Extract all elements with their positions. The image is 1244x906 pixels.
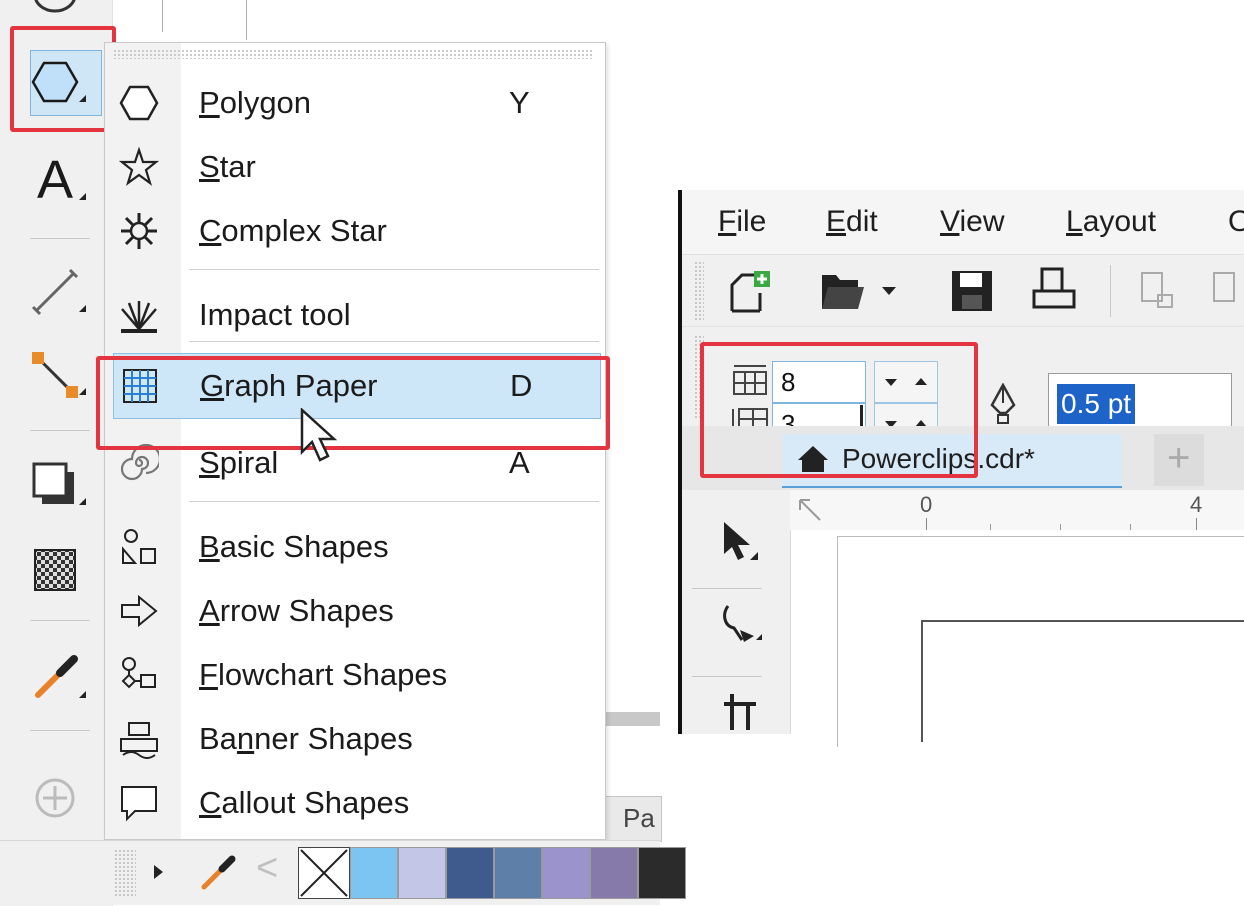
inner-page: [921, 620, 1244, 742]
flyout-item-label: Impact tool: [199, 297, 351, 332]
color-swatch[interactable]: [638, 847, 686, 899]
flyout-item-label: Banner Shapes: [199, 721, 413, 756]
color-swatch[interactable]: [350, 847, 398, 899]
eyedropper-tool[interactable]: [10, 648, 100, 708]
drawing-canvas[interactable]: [790, 530, 1244, 747]
star-icon: [119, 147, 159, 187]
flyout-separator: [189, 269, 599, 270]
flyout-separator: [189, 341, 599, 342]
open-dropdown-icon[interactable]: [882, 287, 896, 295]
arrow-shapes-icon: [119, 591, 159, 631]
flyout-item-shortcut: Y: [509, 85, 530, 120]
grid-settings-callout: [700, 342, 978, 478]
polygon-tool-callout: [10, 26, 116, 132]
flyout-item-label: Callout Shapes: [199, 785, 410, 820]
menu-file[interactable]: File: [718, 190, 766, 254]
window-toolbox: [682, 490, 790, 734]
flyout-item-label: Star: [199, 149, 256, 184]
no-color-swatch[interactable]: [298, 847, 350, 899]
dimension-line-icon: [31, 268, 79, 316]
plus-circle-icon: [35, 778, 75, 818]
menu-object-cutoff[interactable]: O: [1228, 190, 1244, 254]
connector-icon: [32, 352, 78, 398]
color-palette-bar: <: [0, 840, 686, 905]
menu-edit[interactable]: Edit: [826, 190, 878, 254]
flyout-item-banner-shapes[interactable]: Banner Shapes: [105, 707, 605, 771]
flyout-item-label: Flowchart Shapes: [199, 657, 448, 692]
color-swatch[interactable]: [494, 847, 542, 899]
complex-star-icon: [119, 211, 159, 251]
flyout-item-label: Complex Star: [199, 213, 387, 248]
eyedropper-icon: [35, 655, 78, 698]
flyout-separator: [189, 501, 599, 502]
color-swatch[interactable]: [446, 847, 494, 899]
transparency-tool[interactable]: [10, 540, 100, 600]
export-icon[interactable]: [1212, 271, 1244, 311]
drop-shadow-tool[interactable]: [10, 455, 100, 515]
hexagon-icon: [119, 83, 159, 123]
flyout-item-basic-shapes[interactable]: Basic Shapes: [105, 515, 605, 579]
checkerboard-icon: [34, 549, 76, 591]
ruler-label-4: 4: [1190, 492, 1203, 517]
pick-tool-icon[interactable]: [720, 520, 760, 566]
palette-expand-icon[interactable]: [154, 865, 163, 879]
ruler-label-0: 0: [920, 492, 933, 517]
menu-bar: File Edit View Layout O: [682, 190, 1244, 254]
open-folder-icon[interactable]: [818, 269, 868, 313]
pen-nib-icon: [990, 383, 1016, 424]
callout-shapes-icon: [119, 783, 159, 823]
banner-shapes-icon: [119, 719, 159, 759]
ruler-origin-icon[interactable]: [796, 496, 824, 524]
flyout-grip[interactable]: [113, 49, 593, 59]
dimension-tool[interactable]: [10, 262, 100, 322]
text-tool-icon: A: [36, 150, 74, 210]
flyout-item-impact-tool[interactable]: Impact tool: [105, 283, 605, 347]
save-icon[interactable]: [950, 269, 994, 313]
color-swatch[interactable]: [398, 847, 446, 899]
text-tool[interactable]: A: [10, 150, 100, 210]
palette-eyedropper-icon[interactable]: [198, 853, 238, 893]
no-color-icon: [300, 849, 348, 897]
color-swatch[interactable]: [590, 847, 638, 899]
new-tab-button[interactable]: +: [1154, 434, 1204, 486]
flyout-item-label: Polygon: [199, 85, 312, 120]
horizontal-ruler: 0 4: [790, 490, 1244, 531]
panel-scroll-strip: [604, 712, 660, 726]
crop-tool-icon[interactable]: [720, 690, 760, 734]
flyout-item-arrow-shapes[interactable]: Arrow Shapes: [105, 579, 605, 643]
impact-tool-icon: [119, 295, 159, 335]
mouse-cursor-icon: [300, 408, 338, 462]
flyout-item-complex-star[interactable]: Complex Star: [105, 199, 605, 263]
toolbox: A: [0, 0, 113, 906]
ellipse-icon: [34, 0, 76, 13]
palette-grip[interactable]: [114, 849, 136, 897]
graph-paper-callout: [96, 356, 610, 450]
menu-view[interactable]: View: [940, 190, 1004, 254]
import-icon[interactable]: [1140, 271, 1176, 311]
color-swatch[interactable]: [542, 847, 590, 899]
add-tool-button[interactable]: [10, 768, 100, 828]
new-document-icon[interactable]: [726, 267, 776, 317]
basic-shapes-icon: [119, 527, 159, 567]
flyout-item-star[interactable]: Star: [105, 135, 605, 199]
palette-scroll-left-button[interactable]: <: [256, 847, 278, 890]
flowchart-shapes-icon: [119, 655, 159, 695]
flyout-item-label: Arrow Shapes: [199, 593, 394, 628]
shape-tool-icon[interactable]: [720, 600, 764, 646]
print-icon[interactable]: [1030, 265, 1078, 313]
menu-layout[interactable]: Layout: [1066, 190, 1156, 254]
flyout-item-hexagon[interactable]: Polygon Y: [105, 71, 605, 135]
drop-shadow-icon: [32, 462, 74, 504]
connector-tool[interactable]: [10, 345, 100, 405]
flyout-item-callout-shapes[interactable]: Callout Shapes: [105, 771, 605, 835]
flyout-item-flowchart-shapes[interactable]: Flowchart Shapes: [105, 643, 605, 707]
standard-toolbar: [682, 254, 1244, 327]
flyout-item-label: Basic Shapes: [199, 529, 389, 564]
bottom-panel-tab[interactable]: Pa: [604, 796, 662, 842]
